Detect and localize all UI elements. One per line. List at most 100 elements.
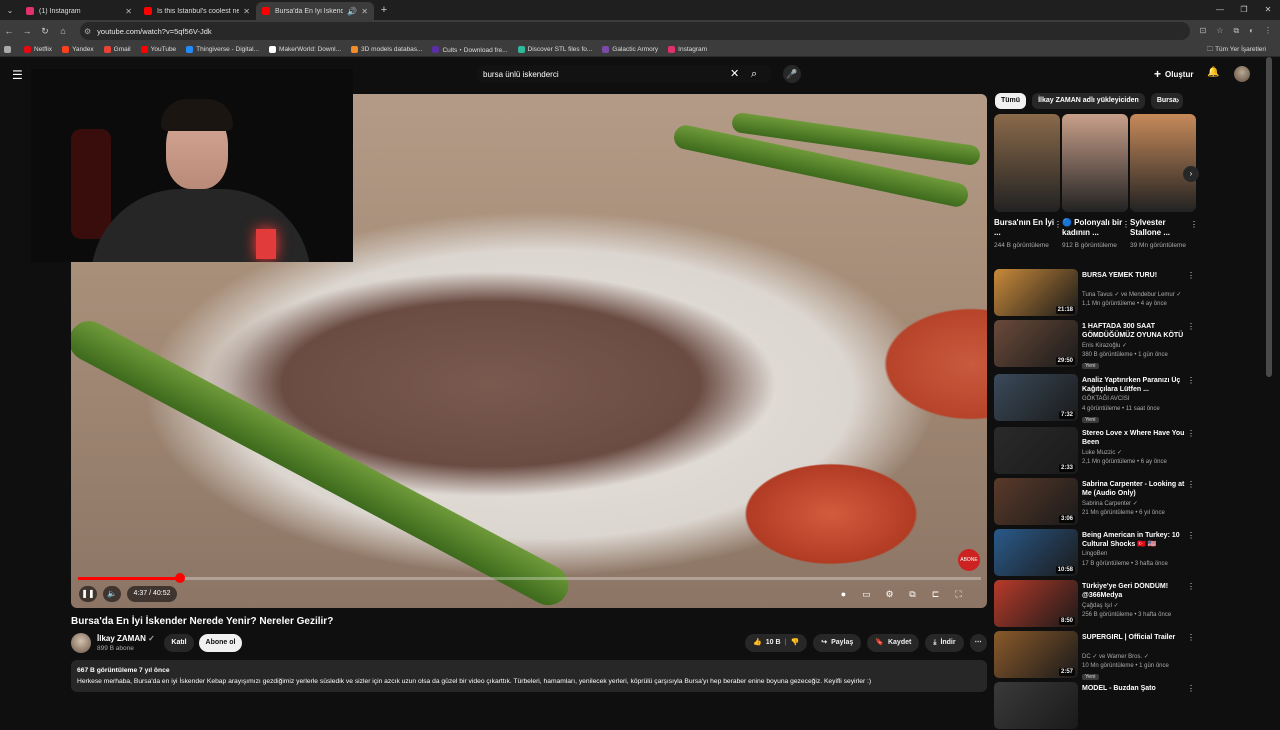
subtitles-icon[interactable]: ▭	[859, 586, 874, 602]
close-window-icon[interactable]: ✕	[1256, 0, 1280, 20]
microphone-icon[interactable]: 🎤	[783, 65, 801, 83]
close-icon[interactable]: ✕	[361, 7, 368, 16]
volume-button[interactable]: 🔈	[103, 586, 121, 602]
recommended-video[interactable]: 2:33 Stereo Love x Where Have You Been Luk…	[994, 427, 1199, 475]
bookmark-yandex[interactable]: Yandex	[62, 45, 94, 53]
next-shorts-icon[interactable]: ›	[1183, 166, 1199, 182]
bookmark-cults[interactable]: Cults・Download fre...	[432, 44, 508, 54]
bookmark-instagram[interactable]: Instagram	[668, 45, 707, 53]
channel-name[interactable]: Tuna Tavus ✓ ve Mendebur Lemur ✓	[1082, 291, 1181, 298]
browser-tab[interactable]: Is this Istanbul's coolest neigh ✕	[138, 2, 256, 20]
page-scrollbar[interactable]	[1266, 57, 1272, 377]
more-vert-icon[interactable]: ⋮	[1187, 633, 1195, 642]
extensions-icon[interactable]: ⧉	[1233, 20, 1239, 42]
more-vert-icon[interactable]: ⋮	[1187, 376, 1195, 385]
back-icon[interactable]: ←	[0, 26, 18, 36]
site-info-icon[interactable]: ⚙	[84, 27, 91, 36]
create-button[interactable]: + Oluştur	[1154, 67, 1193, 81]
star-icon[interactable]: ☆	[1216, 20, 1223, 42]
more-vert-icon[interactable]: ⋮	[1187, 271, 1195, 280]
recommended-video[interactable]: 8:50 Türkiye'ye Geri DÖNDÜM! @366Medya Çağ…	[994, 580, 1199, 628]
channel-name[interactable]: İlkay ZAMAN ✓	[97, 634, 155, 643]
clear-icon[interactable]: ✕	[730, 65, 739, 83]
bookmark-youtube[interactable]: YouTube	[140, 45, 176, 53]
recommended-video[interactable]: 21:18 BURSA YEMEK TURU! Tuna Tavus ✓ ve Me…	[994, 269, 1199, 317]
maximize-icon[interactable]: ❐	[1232, 0, 1256, 20]
channel-name[interactable]: GÖKTAĞI AVCISI	[1082, 396, 1129, 402]
new-tab-button[interactable]: +	[374, 4, 394, 16]
more-vert-icon[interactable]: ⋮	[1122, 220, 1130, 229]
download-button[interactable]: ⤓ İndir	[925, 634, 964, 652]
channel-name[interactable]: Enis Kirazoğlu ✓	[1082, 342, 1127, 349]
close-icon[interactable]: ✕	[125, 7, 132, 16]
recommended-video[interactable]: 10:58 Being American in Turkey: 10 Cultur…	[994, 529, 1199, 577]
bookmark-discover[interactable]: Discover STL files fo...	[517, 45, 592, 53]
more-vert-icon[interactable]: ⋮	[1187, 480, 1195, 489]
bookmark-3dmodels[interactable]: 3D models databas...	[351, 45, 422, 53]
speaker-icon[interactable]: 🔊	[347, 7, 357, 16]
short-thumbnail[interactable]	[1062, 114, 1128, 212]
more-vert-icon[interactable]: ⋮	[1190, 220, 1198, 229]
short-thumbnail[interactable]	[994, 114, 1060, 212]
short-thumbnail[interactable]	[1130, 114, 1196, 212]
recommended-video[interactable]: MODEL - Buzdan Şato ⋮	[994, 682, 1199, 730]
close-icon[interactable]: ✕	[243, 7, 250, 16]
profile-icon[interactable]: ◐	[1249, 20, 1254, 42]
channel-name[interactable]: LingoBen	[1082, 551, 1107, 557]
channel-name[interactable]: DC ✓ ve Warner Bros. ✓	[1082, 653, 1149, 660]
install-icon[interactable]: ⊡	[1200, 20, 1207, 42]
channel-name[interactable]: Luke Muzzic ✓	[1082, 449, 1122, 456]
more-vert-icon[interactable]: ⋮	[1187, 322, 1195, 331]
save-button[interactable]: 🔖 Kaydet	[867, 634, 920, 652]
miniplayer-icon[interactable]: ⧉	[905, 586, 920, 602]
browser-tab[interactable]: (1) Instagram ✕	[20, 2, 138, 20]
recommended-video[interactable]: 7:32 Analiz Yaptırırken Paranızı Üç Kağıt…	[994, 374, 1199, 423]
bookmark-galactic[interactable]: Galactic Armory	[602, 45, 658, 53]
more-vert-icon[interactable]: ⋮	[1187, 429, 1195, 438]
progress-bar[interactable]	[78, 573, 981, 583]
settings-icon[interactable]: ⚙	[882, 586, 897, 602]
progress-knob[interactable]	[175, 573, 186, 583]
short-item[interactable]: 🔵 Polonyalı bir kadının ... 912 B görüntü…	[1062, 114, 1130, 251]
minimize-icon[interactable]: —	[1208, 0, 1232, 20]
more-vert-icon[interactable]: ⋮	[1187, 684, 1195, 693]
subscribe-button[interactable]: Abone ol	[199, 634, 242, 652]
bookmark-netflix[interactable]: Netflix	[24, 45, 52, 53]
recommended-video[interactable]: 2:57 SUPERGIRL | Official Trailer DC ✓ ve …	[994, 631, 1199, 680]
description-box[interactable]: 667 B görüntüleme 7 yıl önce Herkese mer…	[71, 660, 987, 692]
pause-button[interactable]: ❚❚	[79, 586, 97, 602]
avatar[interactable]	[1234, 66, 1250, 82]
short-item[interactable]: Sylvester Stallone ... 39 Mn görüntüleme ⋮	[1130, 114, 1198, 251]
channel-watermark-icon[interactable]: ABONE	[958, 549, 980, 571]
more-actions-button[interactable]: ⋯	[969, 634, 987, 652]
menu-icon[interactable]: ⋮	[1264, 20, 1272, 42]
autoplay-toggle-icon[interactable]: ●	[836, 586, 851, 602]
more-vert-icon[interactable]: ⋮	[1187, 531, 1195, 540]
video-thumbnail[interactable]	[994, 682, 1078, 729]
apps-icon[interactable]	[4, 45, 14, 53]
url-field[interactable]: ⚙ youtube.com/watch?v=5qf56V-Jdk	[80, 22, 1190, 40]
notifications-icon[interactable]: 🔔	[1207, 67, 1219, 78]
recommended-video[interactable]: 29:50 1 HAFTADA 300 SAAT GÖMDÜĞÜMÜZ OYUNA…	[994, 320, 1199, 369]
channel-name[interactable]: Çağdaş Işıl ✓	[1082, 602, 1119, 609]
more-vert-icon[interactable]: ⋮	[1187, 582, 1195, 591]
like-button[interactable]: 👍 10 B | 👎	[745, 634, 808, 652]
reload-icon[interactable]: ↻	[36, 26, 54, 37]
chevron-right-icon[interactable]: ›	[1176, 95, 1179, 106]
bookmark-thingiverse[interactable]: Thingiverse - Digital...	[186, 45, 259, 53]
bookmark-makerworld[interactable]: MakerWorld: Downl...	[269, 45, 341, 53]
hamburger-icon[interactable]: ☰	[12, 68, 23, 82]
recommended-video[interactable]: 3:06 Sabrina Carpenter - Looking at Me (A…	[994, 478, 1199, 526]
browser-tab-active[interactable]: Bursa'da En İyi İskender Ne 🔊 ✕	[256, 2, 374, 20]
more-vert-icon[interactable]: ⋮	[1054, 220, 1062, 229]
thumbs-down-icon[interactable]: 👎	[790, 634, 799, 652]
search-icon[interactable]: ⌕	[751, 65, 757, 83]
home-icon[interactable]: ⌂	[54, 26, 72, 36]
search-input[interactable]: bursa ünlü iskenderci ✕ ⌕	[476, 65, 772, 83]
chip-all[interactable]: Tümü	[995, 93, 1027, 109]
forward-icon[interactable]: →	[18, 26, 36, 36]
bookmark-gmail[interactable]: Gmail	[103, 45, 131, 53]
cast-icon[interactable]: ⊏	[928, 586, 943, 602]
channel-name[interactable]: Sabrina Carpenter ✓	[1082, 500, 1138, 507]
channel-avatar[interactable]	[71, 633, 91, 653]
